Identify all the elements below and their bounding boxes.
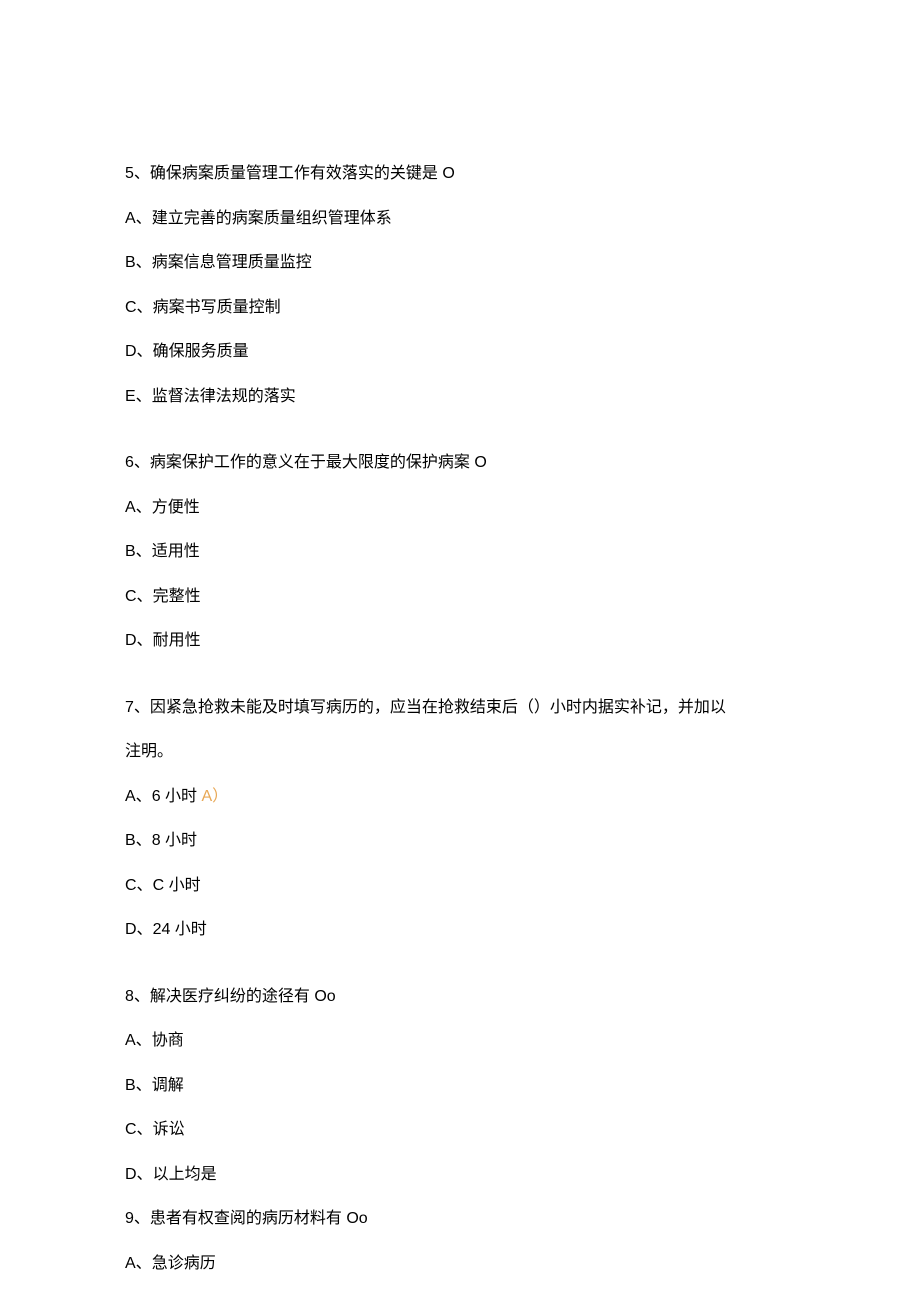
- option-line: B、调解: [125, 1074, 795, 1098]
- option-line: D、24 小时: [125, 918, 795, 942]
- option-label: C、: [125, 588, 153, 605]
- option-text: 协商: [152, 1032, 184, 1049]
- question-number: 5、: [125, 165, 150, 182]
- option-label: B、: [125, 254, 152, 271]
- question-stem: 9、患者有权查阅的病历材料有 Oo: [125, 1207, 795, 1231]
- question-text: 患者有权查阅的病历材料有 Oo: [150, 1210, 368, 1227]
- question-number: 7、: [125, 699, 150, 716]
- option-label: D、: [125, 921, 153, 938]
- option-label: B、: [125, 1077, 152, 1094]
- option-text: 确保服务质量: [153, 343, 249, 360]
- document-content: 5、确保病案质量管理工作有效落实的关键是 O A、建立完善的病案质量组织管理体系…: [125, 162, 795, 1276]
- option-line: D、以上均是: [125, 1163, 795, 1187]
- question-text: 注明。: [125, 743, 173, 760]
- option-label: A、: [125, 499, 152, 516]
- option-line: A、方便性: [125, 496, 795, 520]
- option-text: 耐用性: [153, 632, 201, 649]
- option-text: 建立完善的病案质量组织管理体系: [152, 210, 392, 227]
- option-line: C、诉讼: [125, 1118, 795, 1142]
- question-stem: 8、解决医疗纠纷的途径有 Oo: [125, 985, 795, 1009]
- option-text: 6 小时: [152, 788, 202, 805]
- option-text: 病案书写质量控制: [153, 299, 281, 316]
- question-text: 因紧急抢救未能及时填写病历的，应当在抢救结束后（）小时内据实补记，并加以: [150, 699, 726, 716]
- option-line: E、监督法律法规的落实: [125, 385, 795, 409]
- option-text: 方便性: [152, 499, 200, 516]
- option-label: A、: [125, 788, 152, 805]
- question-text: 病案保护工作的意义在于最大限度的保护病案 O: [150, 454, 487, 471]
- option-text: 8 小时: [152, 832, 197, 849]
- option-text: 以上均是: [153, 1166, 217, 1183]
- option-label: D、: [125, 632, 153, 649]
- option-text: 24 小时: [153, 921, 207, 938]
- option-label: C、: [125, 877, 153, 894]
- question-stem: 5、确保病案质量管理工作有效落实的关键是 O: [125, 162, 795, 186]
- option-text: 病案信息管理质量监控: [152, 254, 312, 271]
- question-stem: 7、因紧急抢救未能及时填写病历的，应当在抢救结束后（）小时内据实补记，并加以: [125, 696, 795, 720]
- option-highlight: A）: [201, 788, 228, 805]
- option-label: B、: [125, 832, 152, 849]
- option-label: D、: [125, 1166, 153, 1183]
- option-text: 诉讼: [153, 1121, 185, 1138]
- question-number: 9、: [125, 1210, 150, 1227]
- option-line: B、8 小时: [125, 829, 795, 853]
- option-line: C、完整性: [125, 585, 795, 609]
- question-number: 6、: [125, 454, 150, 471]
- option-line: D、耐用性: [125, 629, 795, 653]
- question-stem-continued: 注明。: [125, 740, 795, 764]
- option-label: B、: [125, 543, 152, 560]
- option-label: A、: [125, 210, 152, 227]
- option-line: A、急诊病历: [125, 1252, 795, 1276]
- option-label: D、: [125, 343, 153, 360]
- option-label: A、: [125, 1255, 152, 1272]
- option-line: B、病案信息管理质量监控: [125, 251, 795, 275]
- question-text: 解决医疗纠纷的途径有 Oo: [150, 988, 336, 1005]
- option-label: E、: [125, 388, 152, 405]
- option-text: 急诊病历: [152, 1255, 216, 1272]
- option-label: A、: [125, 1032, 152, 1049]
- option-line: C、病案书写质量控制: [125, 296, 795, 320]
- option-line: A、协商: [125, 1029, 795, 1053]
- option-text: 适用性: [152, 543, 200, 560]
- option-line: A、6 小时 A）: [125, 785, 795, 809]
- option-label: C、: [125, 299, 153, 316]
- question-stem: 6、病案保护工作的意义在于最大限度的保护病案 O: [125, 451, 795, 475]
- question-text: 确保病案质量管理工作有效落实的关键是 O: [150, 165, 455, 182]
- option-line: A、建立完善的病案质量组织管理体系: [125, 207, 795, 231]
- option-label: C、: [125, 1121, 153, 1138]
- option-text: C 小时: [153, 877, 201, 894]
- option-text: 调解: [152, 1077, 184, 1094]
- question-number: 8、: [125, 988, 150, 1005]
- option-line: B、适用性: [125, 540, 795, 564]
- option-line: D、确保服务质量: [125, 340, 795, 364]
- option-text: 完整性: [153, 588, 201, 605]
- option-text: 监督法律法规的落实: [152, 388, 296, 405]
- option-line: C、C 小时: [125, 874, 795, 898]
